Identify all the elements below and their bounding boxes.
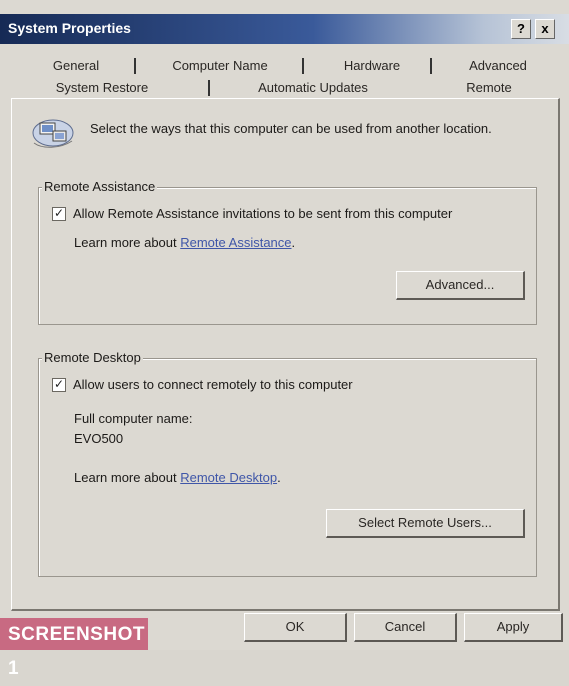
tab-automatic-updates[interactable]: Automatic Updates [238, 78, 388, 98]
full-computer-name-value: EVO500 [74, 431, 124, 446]
title-bar[interactable]: System Properties ? x [0, 14, 569, 44]
computer-network-icon [30, 113, 76, 151]
screenshot-watermark: SCREENSHOT 1 [0, 618, 148, 679]
tab-row-front: System Restore Automatic Updates Remote [24, 78, 558, 100]
cancel-button[interactable]: Cancel [354, 613, 457, 642]
tab-separator [302, 58, 304, 74]
tab-row-back: General Computer Name Hardware Advanced [38, 56, 558, 78]
learn-more-prefix: Learn more about [74, 235, 181, 250]
tab-separator [208, 80, 210, 96]
help-button[interactable]: ? [511, 19, 531, 39]
remote-assistance-checkbox[interactable]: ✓ [52, 207, 66, 221]
tab-remote[interactable]: Remote [444, 78, 534, 98]
remote-desktop-learn-more: Learn more about Remote Desktop. [74, 470, 281, 485]
tab-hardware[interactable]: Hardware [320, 56, 424, 76]
tab-computer-name[interactable]: Computer Name [152, 56, 288, 76]
learn-more-prefix: Learn more about [74, 470, 181, 485]
remote-desktop-checkbox[interactable]: ✓ [52, 378, 66, 392]
remote-desktop-link[interactable]: Remote Desktop [180, 470, 277, 485]
tab-system-restore[interactable]: System Restore [42, 78, 162, 98]
learn-more-suffix: . [291, 235, 296, 250]
remote-assistance-title: Remote Assistance [42, 179, 158, 194]
intro-text: Select the ways that this computer can b… [90, 121, 492, 136]
remote-assistance-checkbox-label[interactable]: Allow Remote Assistance invitations to b… [73, 206, 452, 221]
remote-desktop-checkbox-label[interactable]: Allow users to connect remotely to this … [73, 377, 353, 392]
remote-assistance-learn-more: Learn more about Remote Assistance. [74, 235, 295, 250]
window-title: System Properties [8, 20, 131, 36]
tab-general[interactable]: General [38, 56, 114, 76]
select-remote-users-button[interactable]: Select Remote Users... [326, 509, 525, 538]
tab-separator [430, 58, 432, 74]
remote-assistance-advanced-button[interactable]: Advanced... [396, 271, 525, 300]
apply-button[interactable]: Apply [464, 613, 563, 642]
ok-button[interactable]: OK [244, 613, 347, 642]
tab-separator [134, 58, 136, 74]
full-computer-name-label: Full computer name: [74, 411, 193, 426]
remote-desktop-title: Remote Desktop [42, 350, 143, 365]
system-properties-window: System Properties ? x General Computer N… [0, 0, 569, 679]
close-button[interactable]: x [535, 19, 555, 39]
remote-assistance-link[interactable]: Remote Assistance [180, 235, 291, 250]
tab-advanced[interactable]: Advanced [448, 56, 548, 76]
learn-more-suffix: . [277, 470, 281, 485]
